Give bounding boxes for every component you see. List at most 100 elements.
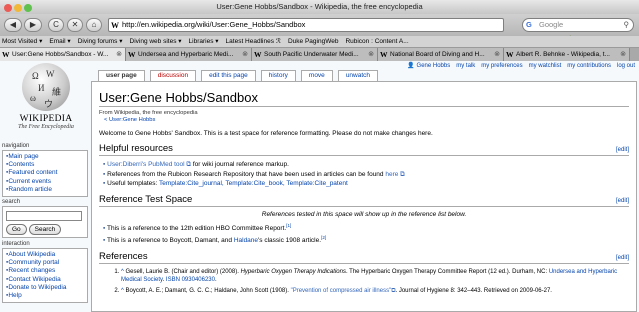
personal-link-preferences[interactable]: my preferences bbox=[481, 63, 522, 69]
bookmark-item[interactable]: Rubicon : Content A... bbox=[345, 38, 408, 45]
citation-link[interactable]: [2] bbox=[321, 235, 326, 240]
sidebar-item-donate[interactable]: Donate to Wikipedia bbox=[6, 284, 84, 292]
wikipedia-favicon-icon: W bbox=[380, 50, 388, 59]
sidebar-item-contact[interactable]: Contact Wikipedia bbox=[6, 276, 84, 284]
url-text: http://en.wikipedia.org/wiki/User:Gene_H… bbox=[122, 20, 306, 29]
tab-history[interactable]: history bbox=[260, 70, 296, 81]
wikipedia-favicon-icon: W bbox=[111, 21, 119, 30]
sidebar-item-contents[interactable]: Contents bbox=[6, 161, 84, 169]
article-content: User:Gene Hobbs/Sandbox From Wikipedia, … bbox=[91, 81, 637, 312]
personal-link-user[interactable]: Gene Hobbs bbox=[417, 63, 451, 69]
magnifier-icon[interactable]: ⚲ bbox=[624, 19, 630, 31]
haldane-link[interactable]: Haldane bbox=[234, 237, 258, 244]
personal-link-contributions[interactable]: my contributions bbox=[567, 63, 611, 69]
sidebar-item-recent-changes[interactable]: Recent changes bbox=[6, 267, 84, 275]
browser-tab[interactable]: W Albert R. Behnke - Wikipedia, t... ⊗ bbox=[504, 48, 630, 61]
browser-tab[interactable]: W Undersea and Hyperbaric Medi... ⊗ bbox=[126, 48, 252, 61]
section-heading: Helpful resources [edit] bbox=[99, 143, 629, 156]
go-button[interactable]: Go bbox=[6, 224, 27, 235]
list-item-text: References from the Rubicon Research Rep… bbox=[107, 170, 386, 178]
bookmark-item[interactable]: Duke PagingWeb bbox=[288, 38, 338, 45]
tab-user-page[interactable]: user page bbox=[98, 70, 145, 81]
stop-button[interactable]: ✕ bbox=[67, 18, 83, 32]
list-item-text: This is a reference to the 12th edition … bbox=[107, 224, 287, 232]
edit-section-link[interactable]: [edit] bbox=[616, 198, 629, 204]
template-links[interactable]: Template:Cite_journal, Template:Cite_boo… bbox=[159, 180, 348, 187]
zoom-window-button[interactable] bbox=[24, 4, 32, 12]
window-title: User:Gene Hobbs/Sandbox - Wikipedia, the… bbox=[216, 2, 423, 11]
tab-edit[interactable]: edit this page bbox=[201, 70, 256, 81]
references-list: ^ Gesell, Laurie B. (Chair and editor) (… bbox=[121, 268, 629, 296]
sidebar-item-current-events[interactable]: Current events bbox=[6, 178, 84, 186]
search-button[interactable]: Search bbox=[28, 224, 62, 235]
wikipedia-logo[interactable]: ΩWИ維ωウ WIKIPEDIA The Free Encyclopedia bbox=[2, 63, 90, 143]
bookmark-item[interactable]: Most Visited ▾ bbox=[2, 38, 42, 45]
reference-text: . Journal of Hygiene 8: 342–443. Retriev… bbox=[395, 287, 552, 294]
sidebar-item-community-portal[interactable]: Community portal bbox=[6, 259, 84, 267]
sidebar-item-main-page[interactable]: Main page bbox=[6, 153, 84, 161]
sidebar-item-random-article[interactable]: Random article bbox=[6, 186, 84, 194]
wikipedia-favicon-icon: W bbox=[2, 50, 10, 59]
tab-strip: W User:Gene Hobbs/Sandbox - W... ⊗ W Underse… bbox=[0, 48, 639, 61]
edit-section-link[interactable]: [edit] bbox=[616, 255, 629, 261]
interaction-portlet: About Wikipedia Community portal Recent … bbox=[2, 248, 88, 304]
tab-unwatch[interactable]: unwatch bbox=[337, 70, 379, 81]
wiki-search-input[interactable] bbox=[6, 211, 82, 221]
bookmark-item[interactable]: Email ▾ bbox=[49, 38, 70, 45]
bookmark-item[interactable]: Diving forums ▾ bbox=[78, 38, 123, 45]
close-tab-icon[interactable]: ⊗ bbox=[116, 48, 122, 61]
url-bar[interactable]: W http://en.wikipedia.org/wiki/User:Gene… bbox=[108, 18, 581, 42]
list-item: This is a reference to the 12th edition … bbox=[103, 221, 629, 234]
personal-link-logout[interactable]: log out bbox=[617, 63, 635, 69]
browser-tab[interactable]: W User:Gene Hobbs/Sandbox - W... ⊗ bbox=[0, 48, 126, 61]
edit-section-link[interactable]: [edit] bbox=[616, 147, 629, 153]
browser-tab[interactable]: W National Board of Diving and H... ⊗ bbox=[378, 48, 504, 61]
personal-tools: 👤 Gene Hobbs my talk my preferences my watch… bbox=[401, 62, 635, 69]
list-item: Useful templates: Template:Cite_journal,… bbox=[103, 179, 629, 189]
list-item-text: for wiki journal reference markup. bbox=[191, 161, 289, 168]
article-link[interactable]: "Prevention of compressed air illness" bbox=[291, 288, 392, 294]
section-title: References bbox=[99, 250, 148, 262]
isbn-link[interactable]: ISBN 0930406230 bbox=[166, 277, 215, 283]
pubmed-tool-link[interactable]: User:Diberri's PubMed tool bbox=[107, 161, 184, 168]
list-item-text: Useful templates: bbox=[107, 180, 160, 187]
test-list: This is a reference to the 12th edition … bbox=[103, 221, 629, 246]
reload-button[interactable]: C bbox=[48, 18, 64, 32]
sidebar-item-about[interactable]: About Wikipedia bbox=[6, 251, 84, 259]
citation-link[interactable]: [1] bbox=[286, 223, 291, 228]
tab-label: South Pacific Underwater Medi... bbox=[264, 51, 359, 58]
close-tab-icon[interactable]: ⊗ bbox=[368, 48, 374, 61]
reference-text: Gesell, Laurie B. (Chair and editor) (20… bbox=[123, 268, 241, 275]
list-item-text: 's classic 1908 article. bbox=[258, 237, 322, 245]
close-tab-icon[interactable]: ⊗ bbox=[620, 48, 626, 61]
forward-button[interactable]: ▶ bbox=[24, 18, 42, 32]
list-item: User:Diberri's PubMed tool ⧉ for wiki jo… bbox=[103, 160, 629, 170]
wikipedia-favicon-icon: W bbox=[506, 50, 514, 59]
list-item-text: This is a reference to Boycott, Damant, … bbox=[107, 237, 234, 245]
personal-link-talk[interactable]: my talk bbox=[456, 63, 475, 69]
bookmarks-bar: Most Visited ▾ Email ▾ Diving forums ▾ Divi… bbox=[0, 36, 639, 48]
tab-move[interactable]: move bbox=[300, 70, 333, 81]
personal-link-watchlist[interactable]: my watchlist bbox=[529, 63, 562, 69]
tab-discussion[interactable]: discussion bbox=[149, 70, 197, 81]
sidebar-item-featured-content[interactable]: Featured content bbox=[6, 169, 84, 177]
bookmark-item[interactable]: Diving web sites ▾ bbox=[130, 38, 182, 45]
back-button[interactable]: ◀ bbox=[4, 18, 22, 32]
browser-tab[interactable]: W South Pacific Underwater Medi... ⊗ bbox=[252, 48, 378, 61]
here-link[interactable]: here bbox=[385, 171, 398, 178]
bookmark-item[interactable]: Libraries ▾ bbox=[189, 38, 219, 45]
close-tab-icon[interactable]: ⊗ bbox=[494, 48, 500, 61]
parent-page-link[interactable]: < User:Gene Hobbs bbox=[99, 117, 155, 123]
sidebar-item-help[interactable]: Help bbox=[6, 292, 84, 300]
close-window-button[interactable] bbox=[4, 4, 12, 12]
minimize-window-button[interactable] bbox=[14, 4, 22, 12]
web-search-input[interactable]: G Google ⚲ bbox=[522, 18, 634, 32]
external-link-icon: ⧉ bbox=[398, 170, 405, 178]
home-button[interactable]: ⌂ bbox=[86, 18, 102, 32]
bookmark-item[interactable]: Latest Headlines ℛ bbox=[226, 38, 281, 45]
google-icon: G bbox=[526, 20, 532, 29]
reference-title: Hyperbaric Oxygen Therapy Indications bbox=[240, 268, 346, 275]
sidebar-interaction: interaction About Wikipedia Community po… bbox=[2, 241, 88, 304]
portlet-heading: interaction bbox=[2, 241, 30, 247]
close-tab-icon[interactable]: ⊗ bbox=[242, 48, 248, 61]
